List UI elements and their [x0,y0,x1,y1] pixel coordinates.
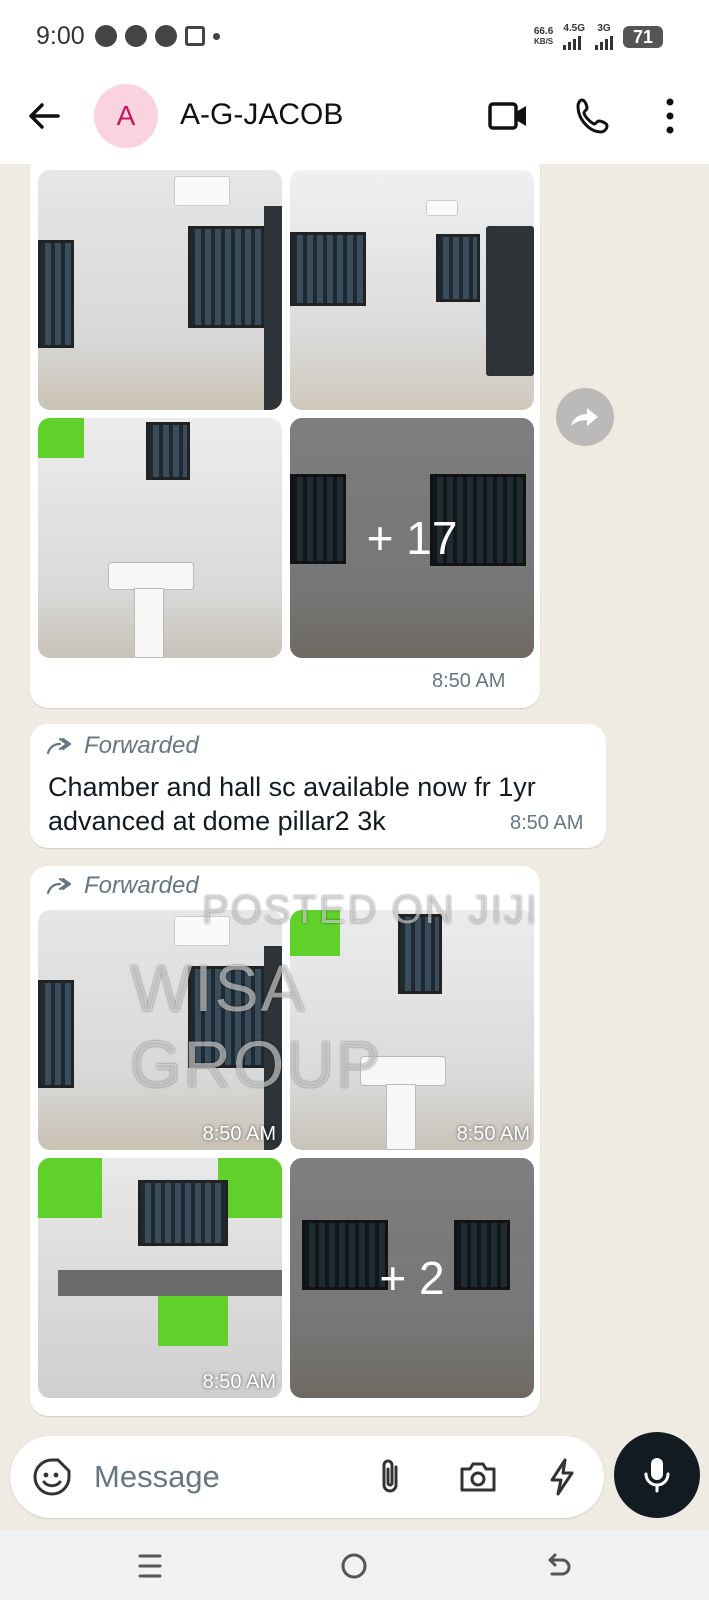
window [38,980,74,1088]
status-bar: 9:00 66.6 KB/S 4.5G 3G 71 [0,0,709,72]
countertop [58,1270,282,1296]
message-time: 8:50 AM [510,812,584,834]
network-speed: 66.6 KB/S [534,27,553,47]
forwarded-icon [46,737,72,755]
home-nav-icon[interactable] [336,1548,372,1584]
more-photos-count: + 17 [366,512,458,564]
message-text: Chamber and hall sc available now fr 1yr… [48,772,536,836]
more-notifications-dot-icon [212,32,220,40]
message-time: 8:50 AM [432,670,506,692]
whatsapp-notification-icon [94,25,117,47]
green-cabinet [38,1158,102,1218]
air-conditioner [174,176,230,206]
air-conditioner [426,200,458,216]
green-cabinet [38,418,84,458]
album-photo[interactable]: 8:50 AM [38,1158,282,1398]
album-message[interactable]: Forwarded 8:50 AM 8:50 AM 8:50 AM + 2 PO… [30,866,540,1416]
avatar-letter: A [116,100,136,131]
album-photo[interactable] [38,418,282,658]
window [138,1180,228,1246]
sim1-signal: 4.5G [563,24,585,50]
message-input[interactable] [94,1454,344,1500]
sticker-icon[interactable] [30,1455,74,1499]
chat-header: A A-G-JACOB [0,72,709,164]
window [290,232,366,306]
message-composer [10,1436,604,1518]
avatar[interactable]: A [94,84,158,148]
back-nav-icon[interactable] [540,1548,576,1584]
chat-area[interactable]: + 17 8:50 AM Forwarded Chamber and hall … [0,164,709,1428]
signal-bars-icon [563,34,585,50]
forwarded-label: Forwarded [46,732,199,760]
status-right: 66.6 KB/S 4.5G 3G 71 [534,24,663,50]
door [264,206,282,410]
forwarded-text: Forwarded [84,872,199,899]
green-cabinet [158,1296,228,1346]
camera-icon[interactable] [456,1455,500,1499]
message-notification-icon [124,25,147,47]
window [146,422,190,480]
window [38,240,74,348]
text-message[interactable]: Forwarded Chamber and hall sc available … [30,724,606,848]
forward-icon [571,408,598,426]
mic-icon [644,1458,670,1493]
forwarded-icon [46,877,72,895]
photo-time: 8:50 AM [202,1123,276,1145]
album-photo[interactable] [38,170,282,410]
photo-time: 8:50 AM [202,1371,276,1393]
forward-share-button[interactable] [556,388,614,446]
window [436,234,480,302]
network-speed-value: 66.6 [533,26,554,37]
system-nav-bar [0,1530,709,1600]
attach-icon[interactable] [368,1455,412,1499]
video-call-icon[interactable] [486,94,530,138]
voice-record-button[interactable] [614,1432,700,1518]
album-photo-more[interactable]: + 17 [290,418,534,658]
forwarded-label: Forwarded [46,872,199,900]
album-photo-more[interactable]: + 2 [290,1158,534,1398]
contact-name[interactable]: A-G-JACOB [180,98,343,132]
battery-icon: 71 [623,26,663,48]
phone-call-icon[interactable] [572,94,616,138]
qr-notification-icon [184,26,205,46]
signal-bars-icon [595,34,613,50]
watermark-top: POSTED ON JIJI [202,888,539,932]
sim1-label: 4.5G [563,23,585,34]
sink [108,562,194,590]
album-message[interactable]: + 17 8:50 AM [30,164,540,708]
window [188,226,266,328]
watermark-main: WISA GROUP [130,951,383,1101]
network-speed-unit: KB/S [534,37,554,46]
forwarded-text: Forwarded [84,732,199,759]
flash-icon[interactable] [540,1455,584,1499]
recents-nav-icon[interactable] [132,1548,168,1584]
album-photo[interactable] [290,170,534,410]
more-vert-icon[interactable] [648,94,692,138]
battery-level: 71 [632,26,654,47]
notification-icons [94,25,220,47]
sink-pedestal [134,588,164,658]
back-arrow-icon[interactable] [24,96,64,136]
photo-time: 8:50 AM [456,1123,530,1145]
status-time: 9:00 [36,21,85,50]
door [486,226,534,376]
sim2-label: 3G [597,23,611,34]
snapchat-notification-icon [154,25,177,47]
sim2-signal: 3G [595,24,613,50]
more-photos-count: + 2 [379,1252,445,1304]
